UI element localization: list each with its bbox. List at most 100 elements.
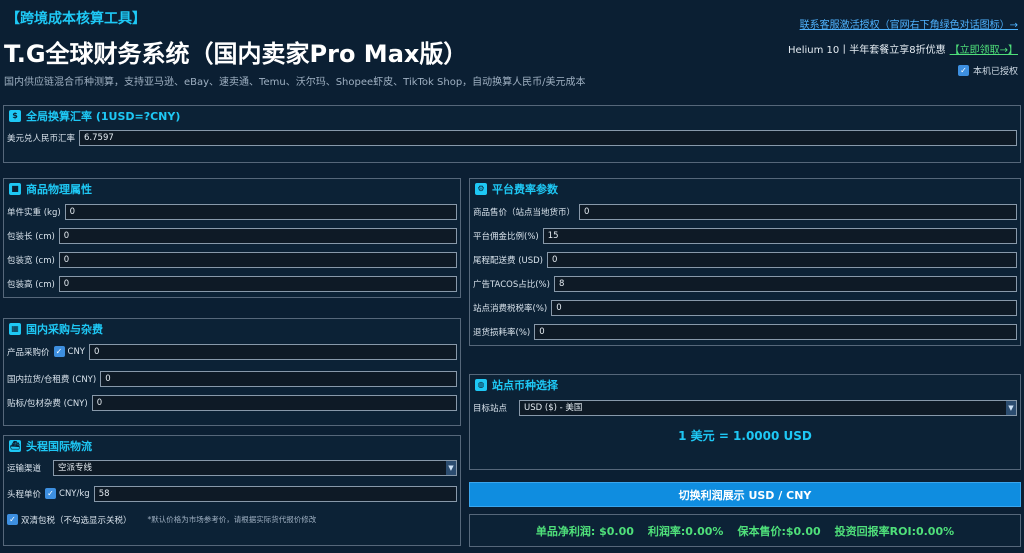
unit-price-currency-checkbox[interactable]: ✓ CNY/kg [45, 488, 90, 499]
procurement-header: ▦ 国内采购与杂费 [4, 319, 460, 339]
logistics-header: ⛴ 头程国际物流 [4, 436, 460, 456]
target-site-row: 目标站点 USD ($) - 美国 ▼ [473, 399, 1017, 416]
weight-row: 单件实重 (kg) 0 [7, 203, 457, 220]
labeling-fee-label: 贴标/包材杂费 (CNY) [7, 398, 88, 409]
unit-price-label: 头程单价 [7, 489, 42, 500]
return-loss-label: 退货损耗率(%) [473, 327, 531, 338]
width-row: 包装宽 (cm) 0 [7, 251, 457, 268]
return-loss-input[interactable]: 0 [534, 323, 1017, 340]
unit-price-row: 头程单价 ✓ CNY/kg 58 [7, 485, 457, 502]
target-site-label: 目标站点 [473, 403, 508, 414]
results-panel: 单品净利润: $0.00 利润率:0.00% 保本售价:$0.00 投资回报率R… [469, 514, 1021, 547]
unit-price-currency-label: CNY/kg [59, 488, 90, 499]
contact-support-link[interactable]: 联系客服激活授权（官网右下角绿色对话图标）→ [800, 16, 1018, 31]
checkmark-icon[interactable]: ✓ [7, 514, 18, 525]
labeling-fee-input[interactable]: 0 [91, 394, 457, 411]
purchase-currency-label: CNY [67, 346, 86, 357]
globe-icon: ◍ [475, 379, 487, 391]
purchase-price-label: 产品采购价 [7, 347, 50, 358]
platform-fees-title: 平台费率参数 [492, 183, 558, 196]
tacos-row: 广告TACOS占比(%) 8 [473, 275, 1017, 292]
physical-attributes-panel: ■ 商品物理属性 单件实重 (kg) 0 包装长 (cm) 0 包装宽 (cm)… [3, 178, 461, 298]
sales-tax-input[interactable]: 0 [551, 299, 1017, 316]
page-subtitle: 国内供应链混合币种测算，支持亚马逊、eBay、速卖通、Temu、沃尔玛、Shop… [4, 77, 586, 88]
chevron-down-icon[interactable]: ▼ [1006, 400, 1016, 415]
checkmark-icon[interactable]: ✓ [45, 488, 57, 499]
target-site-select[interactable]: USD ($) - 美国 ▼ [519, 399, 1017, 416]
authorized-checkbox[interactable]: ✓ 本机已授权 [957, 64, 1018, 77]
weight-input[interactable]: 0 [64, 203, 457, 220]
sale-price-label: 商品售价（站点当地货币） [473, 207, 576, 218]
weight-label: 单件实重 (kg) [7, 207, 61, 218]
sales-tax-row: 站点消费税税率(%) 0 [473, 299, 1017, 316]
checkmark-icon[interactable]: ✓ [53, 346, 65, 357]
commission-row: 平台佣金比例(%) 15 [473, 227, 1017, 244]
tacos-label: 广告TACOS占比(%) [473, 279, 550, 290]
net-profit-value: 单品净利润: $0.00 [535, 524, 634, 538]
tacos-input[interactable]: 8 [553, 275, 1017, 292]
domestic-freight-input[interactable]: 0 [100, 370, 457, 387]
platform-fees-panel: ⚙ 平台费率参数 商品售价（站点当地货币） 0 平台佣金比例(%) 15 尾程配… [469, 178, 1021, 346]
procurement-panel: ▦ 国内采购与杂费 产品采购价 ✓ CNY 0 国内拉货/仓租费 (CNY) 0… [3, 318, 461, 426]
width-input[interactable]: 0 [58, 251, 457, 268]
chevron-down-icon[interactable]: ▼ [446, 460, 456, 475]
tool-name: 【跨境成本核算工具】 [6, 11, 146, 27]
ship-icon: ⛴ [9, 440, 21, 452]
return-loss-row: 退货损耗率(%) 0 [473, 323, 1017, 340]
promo-cta-link[interactable]: 【立即领取→】 [950, 45, 1018, 56]
length-label: 包装长 (cm) [7, 231, 55, 242]
width-label: 包装宽 (cm) [7, 255, 55, 266]
height-label: 包装高 (cm) [7, 279, 55, 290]
results-bar: 单品净利润: $0.00 利润率:0.00% 保本售价:$0.00 投资回报率R… [470, 515, 1020, 546]
checkmark-icon[interactable]: ✓ [957, 65, 969, 76]
length-input[interactable]: 0 [58, 227, 457, 244]
dual-clear-row: ✓ 双清包税（不勾选显示关税） *默认价格为市场参考价，请根据实际货代报价修改 [7, 511, 457, 528]
domestic-freight-label: 国内拉货/仓租费 (CNY) [7, 374, 97, 385]
sale-price-row: 商品售价（站点当地货币） 0 [473, 203, 1017, 220]
logistics-title: 头程国际物流 [26, 440, 92, 453]
dual-clear-label: 双清包税（不勾选显示关税） [21, 515, 132, 526]
last-mile-label: 尾程配送费 (USD) [473, 255, 543, 266]
roi-value: 投资回报率ROI:0.00% [834, 524, 955, 538]
target-site-selected-value: USD ($) - 美国 [524, 402, 583, 413]
purchase-price-input[interactable]: 0 [89, 343, 457, 360]
logistics-panel: ⛴ 头程国际物流 运输渠道 空派专线 ▼ 头程单价 ✓ CNY/kg 58 ✓ … [3, 435, 461, 546]
last-mile-input[interactable]: 0 [547, 251, 1017, 268]
promo-text: Helium 10丨半年套餐立享8折优惠 [788, 45, 946, 56]
height-row: 包装高 (cm) 0 [7, 275, 457, 292]
authorized-label: 本机已授权 [972, 67, 1018, 77]
price-note: *默认价格为市场参考价，请根据实际货代报价修改 [147, 515, 317, 524]
exchange-rate-header: $ 全局换算汇率 (1USD=?CNY) [4, 106, 1020, 126]
domestic-freight-row: 国内拉货/仓租费 (CNY) 0 [7, 370, 457, 387]
gear-icon: ⚙ [475, 183, 487, 195]
procurement-title: 国内采购与杂费 [26, 323, 103, 336]
sale-price-input[interactable]: 0 [579, 203, 1017, 220]
channel-selected-value: 空派专线 [58, 462, 93, 473]
currency-exchange-icon: $ [9, 110, 21, 122]
labeling-fee-row: 贴标/包材杂费 (CNY) 0 [7, 394, 457, 411]
physical-attributes-header: ■ 商品物理属性 [4, 179, 460, 199]
exchange-rate-row: 美元兑人民币汇率 6.7597 [7, 129, 1017, 146]
commission-label: 平台佣金比例(%) [473, 231, 539, 242]
sales-tax-label: 站点消费税税率(%) [473, 303, 548, 314]
channel-label: 运输渠道 [7, 463, 42, 474]
physical-attributes-title: 商品物理属性 [26, 183, 92, 196]
purchase-price-row: 产品采购价 ✓ CNY 0 [7, 343, 457, 360]
channel-select[interactable]: 空派专线 ▼ [53, 459, 457, 476]
last-mile-row: 尾程配送费 (USD) 0 [473, 251, 1017, 268]
factory-icon: ▦ [9, 323, 21, 335]
unit-price-input[interactable]: 58 [93, 485, 457, 502]
exchange-rate-title: 全局换算汇率 (1USD=?CNY) [26, 110, 181, 123]
site-currency-title: 站点币种选择 [492, 379, 558, 392]
purchase-currency-checkbox[interactable]: ✓ CNY [53, 346, 86, 357]
toggle-profit-currency-button[interactable]: 切换利润展示 USD / CNY [469, 482, 1021, 507]
breakeven-price-value: 保本售价:$0.00 [737, 524, 821, 538]
commission-input[interactable]: 15 [542, 227, 1017, 244]
length-row: 包装长 (cm) 0 [7, 227, 457, 244]
dual-clear-checkbox[interactable]: ✓ 双清包税（不勾选显示关税） [7, 514, 132, 526]
platform-fees-header: ⚙ 平台费率参数 [470, 179, 1020, 199]
page-title: T.G全球财务系统（国内卖家Pro Max版） [4, 40, 468, 68]
exchange-rate-display: 1 美元 = 1.0000 USD [678, 429, 812, 443]
height-input[interactable]: 0 [58, 275, 457, 292]
exchange-rate-input[interactable]: 6.7597 [79, 129, 1017, 146]
